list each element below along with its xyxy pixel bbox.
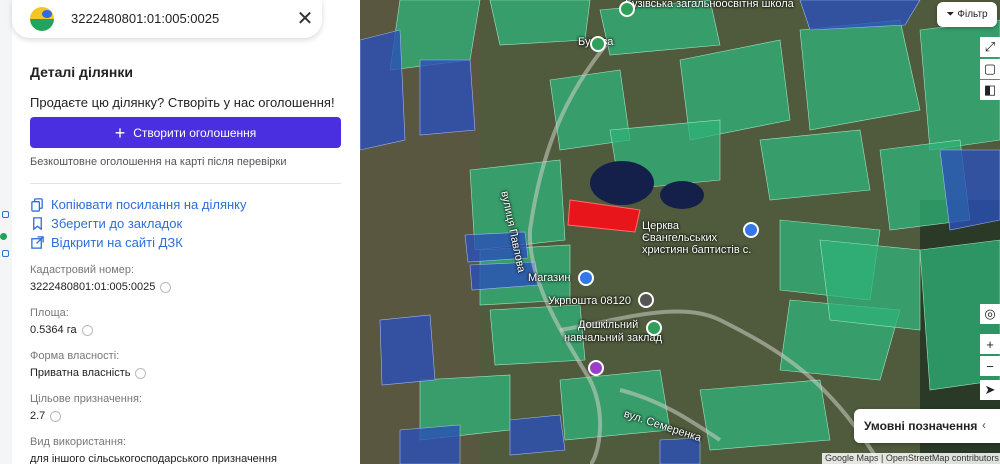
field-value: 3222480801:01:005:0025 [30, 281, 172, 293]
layers-icon[interactable]: ◧ [980, 80, 1000, 100]
kindergarten-poi-icon[interactable] [646, 320, 662, 336]
sell-prompt: Продаєте цю ділянку? Створіть у нас огол… [30, 95, 335, 110]
side-edge-strip [0, 0, 12, 464]
side-copy-icon [2, 211, 9, 218]
open-dzk-action[interactable]: Відкрити на сайті ДЗК [30, 235, 183, 250]
map-label-church: Церква Євангельських християн баптистів … [642, 220, 752, 256]
zoom-out-button[interactable]: − [980, 356, 1000, 376]
field-value: 2.7 [30, 410, 62, 422]
app-logo-icon [30, 7, 54, 31]
parcel-details-panel: 3222480801:01:005:0025 ✕ Деталі ділянки … [0, 0, 360, 464]
info-icon[interactable] [50, 410, 62, 422]
panel-title: Деталі ділянки [30, 64, 133, 80]
field-value: 0.5364 га [30, 324, 93, 336]
filter-button[interactable]: ⏷ Фільтр [937, 2, 997, 27]
locate-me-icon[interactable]: ◎ [980, 304, 1000, 324]
shop-poi-icon[interactable] [578, 270, 594, 286]
person-poi-icon[interactable] [588, 360, 604, 376]
field-value-text: Приватна власність [30, 367, 131, 379]
compass-icon[interactable]: ➤ [980, 380, 1000, 400]
field-value: для іншого сільськогосподарського призна… [30, 453, 277, 464]
info-icon[interactable] [160, 281, 172, 293]
cadastral-map[interactable]: Бузівська загальноосвітня школа Бузова Ц… [360, 0, 1000, 464]
field-value: Приватна власність [30, 367, 147, 379]
field-label: Площа: [30, 307, 69, 319]
church-poi-icon[interactable] [743, 222, 759, 238]
free-listing-note: Безкоштовне оголошення на карті після пе… [30, 156, 287, 168]
field-label: Цільове призначення: [30, 393, 142, 405]
zoom-in-button[interactable]: + [980, 334, 1000, 354]
create-listing-button[interactable]: + Створити оголошення [30, 117, 341, 148]
external-link-icon [31, 236, 44, 249]
filter-icon: ⏷ [946, 9, 955, 20]
map-attribution[interactable]: Google Maps | OpenStreetMap contributors [822, 453, 1000, 464]
copy-link-action[interactable]: Копіювати посилання на ділянку [30, 197, 247, 212]
copy-link-label: Копіювати посилання на ділянку [51, 197, 247, 212]
field-value-text: 0.5364 га [30, 324, 77, 336]
field-value-text: 3222480801:01:005:0025 [30, 281, 156, 293]
save-bookmark-label: Зберегти до закладок [51, 216, 183, 231]
measure-area-icon[interactable]: ▢ [980, 59, 1000, 79]
filter-label: Фільтр [957, 9, 988, 20]
post-poi-icon[interactable] [638, 292, 654, 308]
legend-button[interactable]: Умовні позначення ‹ [854, 409, 1000, 443]
chevron-left-icon: ‹ [982, 418, 986, 432]
search-bar[interactable]: 3222480801:01:005:0025 ✕ [12, 0, 322, 38]
field-value-text: 2.7 [30, 410, 46, 422]
measure-line-icon[interactable]: ⤢ [980, 37, 1000, 57]
legend-label: Умовні позначення [864, 419, 978, 433]
bookmark-icon [33, 217, 42, 231]
save-bookmark-action[interactable]: Зберегти до закладок [30, 216, 182, 231]
school-poi-icon[interactable] [619, 1, 635, 17]
map-label-shop: Магазин [528, 272, 571, 284]
field-label: Форма власності: [30, 350, 120, 362]
map-label-kindergarten-1: Дошкільний [578, 319, 639, 331]
open-dzk-label: Відкрити на сайті ДЗК [51, 235, 183, 250]
divider [30, 183, 341, 184]
search-value[interactable]: 3222480801:01:005:0025 [71, 11, 219, 26]
map-label-kindergarten-2: навчальний заклад [564, 332, 663, 344]
close-icon[interactable]: ✕ [295, 9, 315, 29]
map-label-post: Укрпошта 08120 [548, 295, 631, 307]
info-icon[interactable] [135, 367, 147, 379]
field-value-text: для іншого сільськогосподарського призна… [30, 453, 277, 464]
field-label: Вид використання: [30, 436, 126, 448]
copy-icon [31, 198, 43, 212]
map-label-school: Бузівська загальноосвітня школа [625, 0, 794, 10]
create-listing-label: Створити оголошення [133, 125, 257, 140]
info-icon[interactable] [81, 324, 93, 336]
plus-icon: + [114, 122, 126, 143]
park-poi-icon[interactable] [590, 36, 606, 52]
side-status-dot [0, 233, 7, 240]
side-link-icon [2, 250, 9, 257]
field-label: Кадастровий номер: [30, 264, 135, 276]
